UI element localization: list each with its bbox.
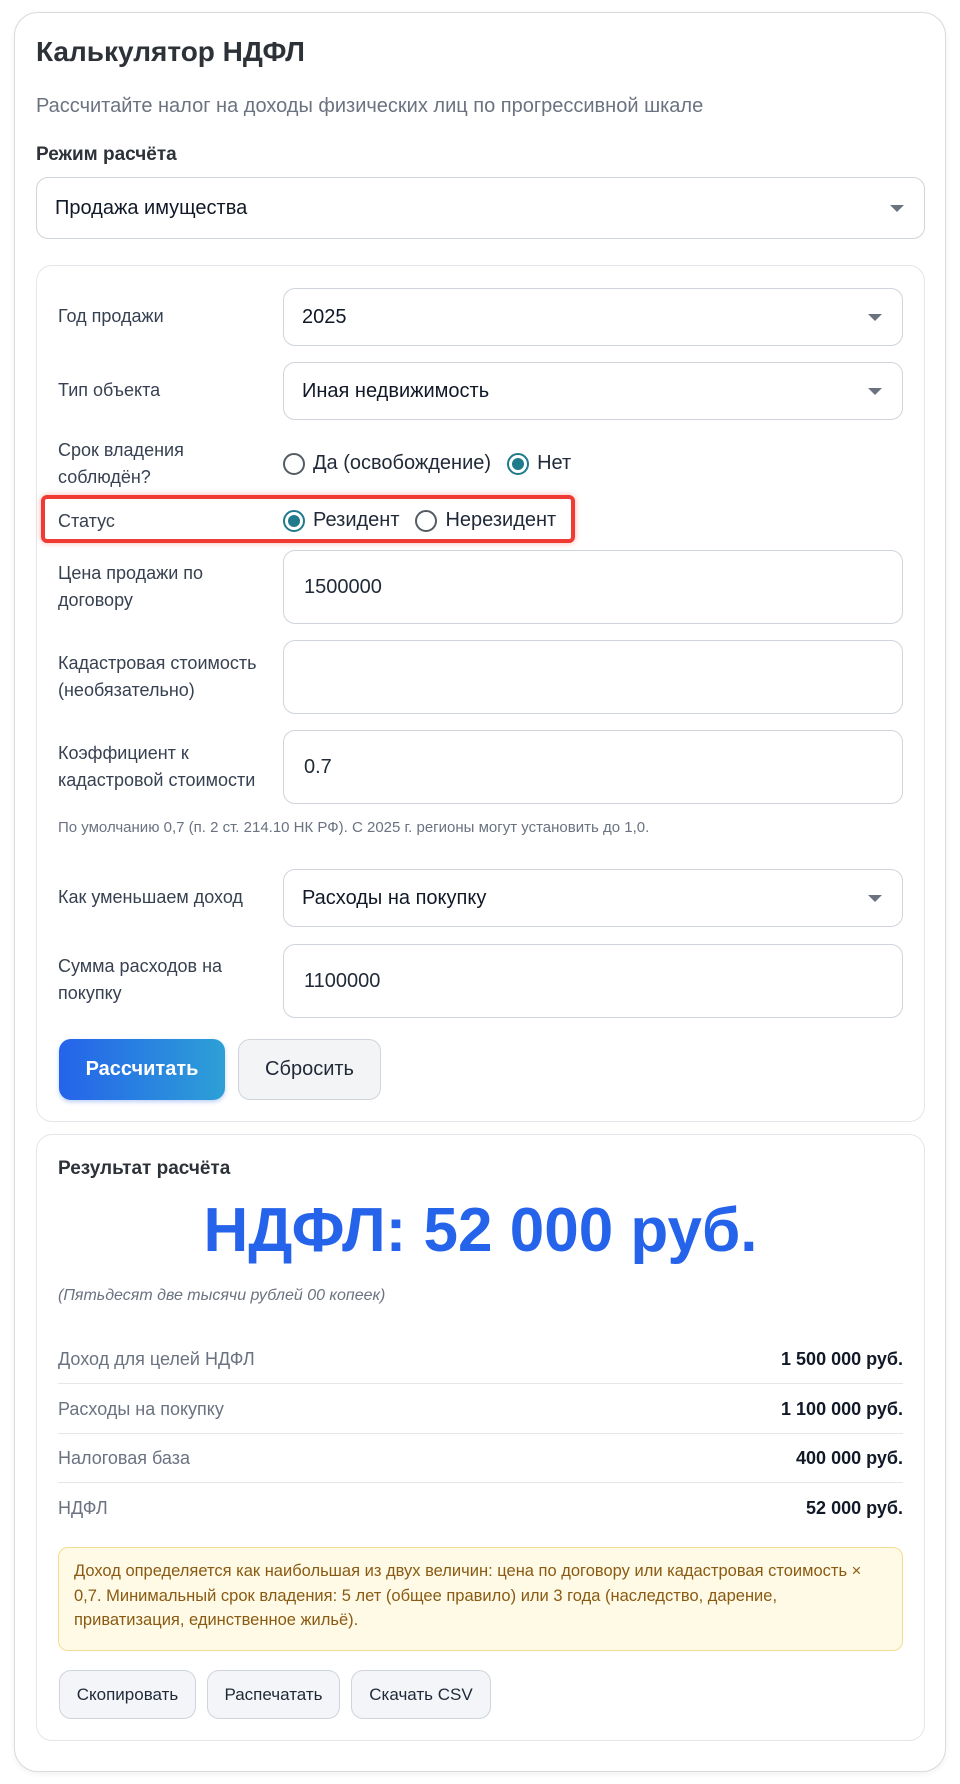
expenses-label-line1: Сумма расходов на xyxy=(58,956,223,976)
mode-select-value: Продажа имущества xyxy=(55,196,248,219)
cadastral-label-line2: (необязательно) xyxy=(58,680,195,700)
status-radio-nonresident-label: Нерезидент xyxy=(445,509,557,531)
page-title: Калькулятор НДФЛ xyxy=(36,36,305,67)
ownership-radio-no[interactable]: Нет xyxy=(507,452,571,475)
print-button[interactable]: Распечатать xyxy=(207,1670,340,1719)
copy-button[interactable]: Скопировать xyxy=(59,1670,196,1719)
result-row-label: НДФЛ xyxy=(58,1498,108,1518)
ownership-label-line1: Срок владения xyxy=(58,440,184,460)
status-radio-resident-label: Резидент xyxy=(313,509,400,531)
cadastral-label-line1: Кадастровая стоимость xyxy=(58,653,257,673)
expenses-input[interactable]: 1100000 xyxy=(283,944,903,1018)
result-row-label: Расходы на покупку xyxy=(58,1398,224,1419)
cadastral-label: Кадастровая стоимость (необязательно) xyxy=(58,650,257,704)
status-radio-nonresident[interactable]: Нерезидент xyxy=(415,509,556,532)
expenses-label: Сумма расходов на покупку xyxy=(58,953,222,1007)
status-label: Статус xyxy=(58,511,115,531)
result-title: Результат расчёта xyxy=(58,1158,231,1179)
result-row-label: Налоговая база xyxy=(58,1447,190,1468)
result-headline: НДФЛ: 52 000 руб. xyxy=(203,1196,758,1265)
result-row: НДФЛ 52 000 руб. xyxy=(58,1484,903,1533)
object-type-select-value: Иная недвижимость xyxy=(302,379,490,402)
download-csv-button[interactable]: Скачать CSV xyxy=(351,1670,491,1719)
coefficient-label: Коэффициент к кадастровой стоимости xyxy=(58,740,255,794)
mode-select[interactable]: Продажа имущества xyxy=(36,177,925,239)
year-label: Год продажи xyxy=(58,306,164,326)
chevron-down-icon xyxy=(868,895,882,902)
reduce-select[interactable]: Расходы на покупку xyxy=(283,869,903,927)
result-in-words: (Пятьдесят две тысячи рублей 00 копеек) xyxy=(58,1287,386,1304)
status-radio-resident[interactable]: Резидент xyxy=(283,509,399,532)
ownership-radio-no-label: Нет xyxy=(537,452,572,474)
status-radio-group: Резидент Нерезидент xyxy=(283,509,572,532)
expenses-label-line2: покупку xyxy=(58,983,122,1003)
calculate-button[interactable]: Рассчитать xyxy=(59,1039,225,1100)
ownership-radio-yes[interactable]: Да (освобождение) xyxy=(283,452,491,475)
chevron-down-icon xyxy=(868,314,882,321)
coefficient-label-line2: кадастровой стоимости xyxy=(58,770,256,790)
cadastral-input[interactable] xyxy=(283,640,903,714)
year-select[interactable]: 2025 xyxy=(283,288,903,346)
year-select-value: 2025 xyxy=(302,305,347,328)
radio-unchecked-icon xyxy=(415,509,438,532)
price-label-line1: Цена продажи по xyxy=(58,563,204,583)
ownership-radio-yes-label: Да (освобождение) xyxy=(313,452,492,474)
mode-label: Режим расчёта xyxy=(36,144,177,165)
price-label: Цена продажи по договору xyxy=(58,560,203,614)
price-label-line2: договору xyxy=(58,590,133,610)
result-row-value: 1 100 000 руб. xyxy=(781,1398,903,1419)
price-input[interactable]: 1500000 xyxy=(283,550,903,624)
info-note: Доход определяется как наибольшая из дву… xyxy=(58,1547,903,1651)
result-row-value: 1 500 000 руб. xyxy=(781,1348,903,1369)
object-type-select[interactable]: Иная недвижимость xyxy=(283,362,903,420)
coefficient-input[interactable]: 0.7 xyxy=(283,730,903,804)
reduce-select-value: Расходы на покупку xyxy=(302,886,487,909)
chevron-down-icon xyxy=(868,388,882,395)
chevron-down-icon xyxy=(890,205,904,212)
result-row-value: 52 000 руб. xyxy=(806,1498,903,1518)
result-row-label: Доход для целей НДФЛ xyxy=(58,1348,255,1369)
radio-unchecked-icon xyxy=(283,452,305,475)
result-row: Налоговая база 400 000 руб. xyxy=(58,1434,903,1483)
ownership-radio-group: Да (освобождение) Нет xyxy=(283,452,587,475)
radio-checked-icon xyxy=(283,509,305,532)
reduce-label: Как уменьшаем доход xyxy=(58,887,243,907)
coefficient-label-line1: Коэффициент к xyxy=(58,743,189,763)
result-row: Расходы на покупку 1 100 000 руб. xyxy=(58,1385,903,1434)
coefficient-hint: По умолчанию 0,7 (п. 2 ст. 214.10 НК РФ)… xyxy=(58,819,650,836)
ownership-label: Срок владения соблюдён? xyxy=(58,437,184,491)
page-subtitle: Рассчитайте налог на доходы физических л… xyxy=(36,95,704,117)
object-type-label: Тип объекта xyxy=(58,380,161,400)
reset-button[interactable]: Сбросить xyxy=(238,1039,381,1100)
radio-checked-icon xyxy=(507,452,530,475)
result-row-value: 400 000 руб. xyxy=(796,1447,903,1468)
result-row: Доход для целей НДФЛ 1 500 000 руб. xyxy=(58,1335,903,1384)
ownership-label-line2: соблюдён? xyxy=(58,467,151,487)
